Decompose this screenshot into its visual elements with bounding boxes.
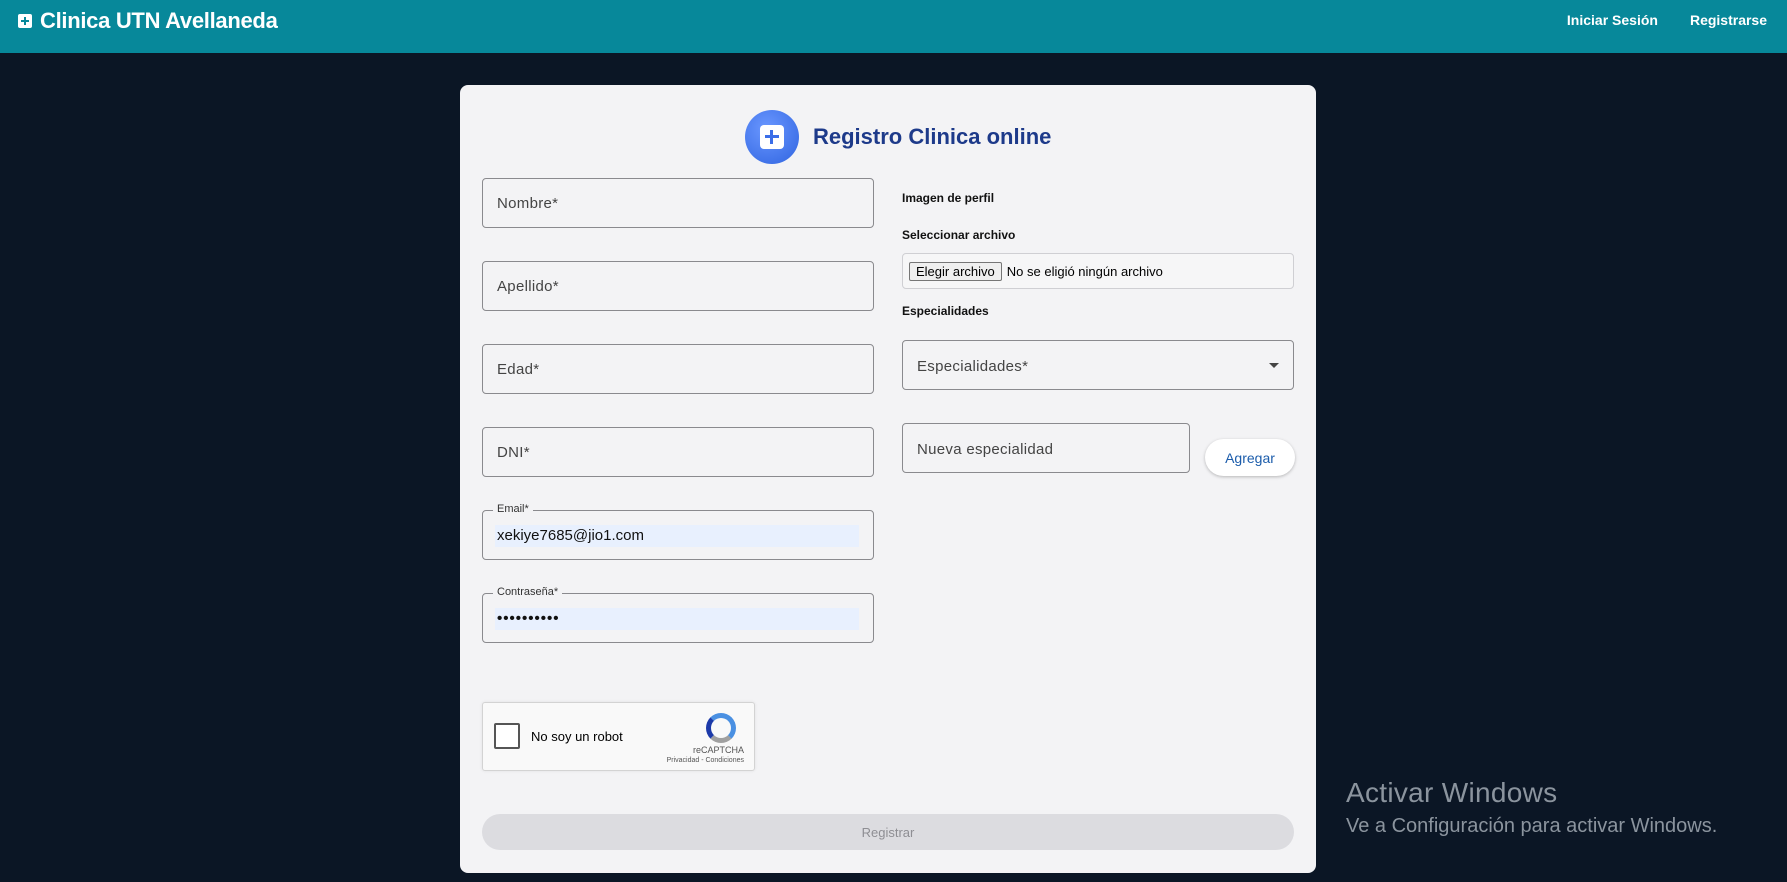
edad-placeholder: Edad* xyxy=(497,361,540,378)
file-status: No se eligió ningún archivo xyxy=(1006,263,1163,279)
add-specialty-button[interactable]: Agregar xyxy=(1205,439,1295,476)
registration-card: Registro Clinica online Nombre* Apellido… xyxy=(460,85,1316,873)
email-value[interactable]: xekiye7685@jio1.com xyxy=(495,525,859,547)
file-input: Elegir archivo No se eligió ningún archi… xyxy=(902,253,1294,289)
nav-links: Iniciar Sesión Registrarse xyxy=(1567,12,1767,28)
specialties-select[interactable]: Especialidades* xyxy=(902,340,1294,390)
password-label: Contraseña* xyxy=(493,586,563,598)
windows-activation-watermark: Activar Windows Ve a Configuración para … xyxy=(1346,777,1717,838)
top-navbar: Clinica UTN Avellaneda Iniciar Sesión Re… xyxy=(0,0,1787,53)
apellido-field[interactable]: Apellido* xyxy=(482,261,874,311)
medical-cross-icon xyxy=(18,14,32,28)
email-field[interactable]: Email* xekiye7685@jio1.com xyxy=(482,503,874,560)
recaptcha-checkbox[interactable] xyxy=(494,723,520,749)
nombre-placeholder: Nombre* xyxy=(497,195,559,212)
brand[interactable]: Clinica UTN Avellaneda xyxy=(18,8,278,34)
nombre-field[interactable]: Nombre* xyxy=(482,178,874,228)
card-header: Registro Clinica online xyxy=(745,110,1051,164)
login-link[interactable]: Iniciar Sesión xyxy=(1567,12,1658,28)
edad-field[interactable]: Edad* xyxy=(482,344,874,394)
new-specialty-placeholder: Nueva especialidad xyxy=(917,441,1054,458)
password-field[interactable]: Contraseña* •••••••••• xyxy=(482,586,874,643)
recaptcha-links[interactable]: Privacidad - Condiciones xyxy=(667,757,744,764)
recaptcha-widget: No soy un robot reCAPTCHA Privacidad - C… xyxy=(482,702,755,771)
specialties-placeholder: Especialidades* xyxy=(917,358,1029,375)
recaptcha-icon xyxy=(706,713,736,743)
new-specialty-field[interactable]: Nueva especialidad xyxy=(902,423,1190,473)
specialties-label: Especialidades xyxy=(902,304,989,318)
dni-field[interactable]: DNI* xyxy=(482,427,874,477)
recaptcha-brand: reCAPTCHA xyxy=(692,745,744,755)
register-button[interactable]: Registrar xyxy=(482,814,1294,850)
apellido-placeholder: Apellido* xyxy=(497,278,559,295)
image-label: Imagen de perfil xyxy=(902,191,995,205)
password-value[interactable]: •••••••••• xyxy=(495,608,859,630)
recaptcha-label: No soy un robot xyxy=(531,729,623,744)
form-title: Registro Clinica online xyxy=(813,124,1052,149)
clinic-logo xyxy=(745,110,799,164)
watermark-title: Activar Windows xyxy=(1346,777,1558,808)
medical-cross-icon xyxy=(760,125,784,149)
chevron-down-icon[interactable] xyxy=(1269,363,1279,368)
email-label: Email* xyxy=(493,503,533,515)
dni-placeholder: DNI* xyxy=(497,444,530,461)
choose-file-button[interactable]: Elegir archivo xyxy=(909,261,1002,281)
brand-title[interactable]: Clinica UTN Avellaneda xyxy=(40,8,278,34)
watermark-subtitle: Ve a Configuración para activar Windows. xyxy=(1346,815,1718,837)
file-label: Seleccionar archivo xyxy=(902,228,1016,242)
register-link[interactable]: Registrarse xyxy=(1690,12,1767,28)
